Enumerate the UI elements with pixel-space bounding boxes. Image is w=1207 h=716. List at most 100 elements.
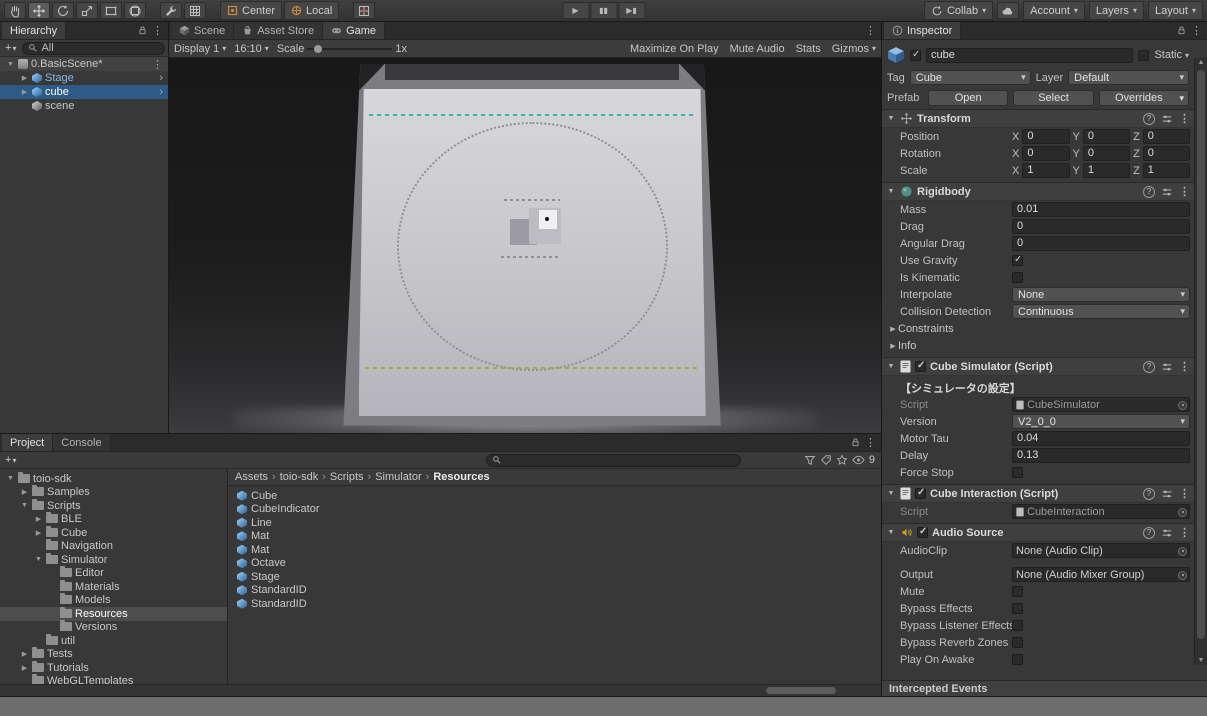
- tag-dropdown[interactable]: Cube: [910, 70, 1031, 85]
- static-checkbox[interactable]: [1138, 50, 1149, 61]
- scroll-up-icon[interactable]: ▲: [1195, 59, 1207, 66]
- foldout-icon[interactable]: ▼: [886, 188, 896, 195]
- rotation-local-button[interactable]: Local: [284, 1, 339, 20]
- output-object-field[interactable]: None (Audio Mixer Group): [1012, 567, 1190, 582]
- script-object-field[interactable]: CubeInteraction: [1012, 504, 1190, 519]
- project-tree-item[interactable]: Navigation: [0, 540, 227, 554]
- search-by-type-icon[interactable]: [804, 454, 816, 466]
- project-tree-item[interactable]: ▼ Scripts: [0, 499, 227, 513]
- help-icon[interactable]: ?: [1143, 488, 1155, 500]
- collision-detection-dropdown[interactable]: Continuous: [1012, 304, 1190, 319]
- foldout-icon[interactable]: ▼: [6, 61, 15, 68]
- project-tree-item[interactable]: Materials: [0, 580, 227, 594]
- presets-icon[interactable]: [1161, 527, 1173, 539]
- custom-tool-button[interactable]: [160, 2, 182, 19]
- create-asset-button[interactable]: + ▾: [3, 454, 18, 466]
- breadcrumb-item[interactable]: Resources ›: [433, 471, 489, 483]
- foldout-icon[interactable]: ▶: [20, 664, 29, 672]
- project-file-item[interactable]: CubeIndicator: [228, 503, 881, 517]
- cube-simulator-header[interactable]: ▼ Cube Simulator (Script) ? ⋮: [882, 357, 1194, 376]
- bypass-reverb-zones-checkbox[interactable]: [1012, 637, 1023, 648]
- foldout-icon[interactable]: ▶: [34, 515, 43, 523]
- scrollbar-thumb[interactable]: [766, 687, 836, 694]
- project-tree-item[interactable]: WebGLTemplates: [0, 675, 227, 685]
- mute-checkbox[interactable]: [1012, 586, 1023, 597]
- kebab-menu-icon[interactable]: ⋮: [865, 436, 876, 449]
- rigidbody-header[interactable]: ▼ Rigidbody ? ⋮: [882, 182, 1194, 201]
- tab-project[interactable]: Project: [2, 434, 53, 451]
- presets-icon[interactable]: [1161, 186, 1173, 198]
- script-object-field[interactable]: CubeSimulator: [1012, 397, 1190, 412]
- scrollbar-thumb[interactable]: [1197, 70, 1205, 639]
- foldout-icon[interactable]: ▶: [20, 88, 29, 96]
- cube-interaction-header[interactable]: ▼ Cube Interaction (Script) ? ⋮: [882, 484, 1194, 503]
- tab-asset-store[interactable]: Asset Store: [234, 22, 323, 39]
- foldout-icon[interactable]: ▶: [888, 342, 898, 350]
- lock-icon[interactable]: [1177, 25, 1186, 36]
- project-tree-item[interactable]: ▶ Samples: [0, 486, 227, 500]
- component-enabled-checkbox[interactable]: [915, 488, 926, 499]
- object-picker-icon[interactable]: [1178, 401, 1187, 410]
- kebab-menu-icon[interactable]: ⋮: [152, 24, 163, 37]
- collab-dropdown[interactable]: Collab ▾: [924, 1, 993, 20]
- component-enabled-checkbox[interactable]: [917, 527, 928, 538]
- pivot-center-button[interactable]: Center: [220, 1, 282, 20]
- foldout-icon[interactable]: ▼: [886, 115, 896, 122]
- foldout-icon[interactable]: ▼: [6, 475, 15, 482]
- project-tree-item[interactable]: Models: [0, 594, 227, 608]
- display-dropdown[interactable]: Display 1 ▾: [174, 43, 226, 55]
- help-icon[interactable]: ?: [1143, 113, 1155, 125]
- tab-game[interactable]: Game: [323, 22, 385, 39]
- project-tree-item[interactable]: Versions: [0, 621, 227, 635]
- static-dropdown[interactable]: Static ▾: [1154, 49, 1189, 61]
- mute-audio-toggle[interactable]: Mute Audio: [730, 43, 785, 55]
- row-action-icon[interactable]: ›: [159, 72, 168, 84]
- project-tree-item[interactable]: Resources: [0, 607, 227, 621]
- pause-button[interactable]: ▮▮: [590, 2, 617, 19]
- pan-tool-button[interactable]: [4, 2, 26, 19]
- bypass-effects-checkbox[interactable]: [1012, 603, 1023, 614]
- force-stop-checkbox[interactable]: [1012, 467, 1023, 478]
- maximize-on-play-toggle[interactable]: Maximize On Play: [630, 43, 719, 55]
- project-file-item[interactable]: Line: [228, 516, 881, 530]
- info-foldout[interactable]: ▶Info: [882, 337, 1194, 354]
- editor-tools-button[interactable]: [184, 2, 206, 19]
- scale-slider-thumb[interactable]: [314, 45, 322, 53]
- presets-icon[interactable]: [1161, 361, 1173, 373]
- object-picker-icon[interactable]: [1178, 508, 1187, 517]
- project-tree-item[interactable]: ▶ Tests: [0, 648, 227, 662]
- foldout-icon[interactable]: ▶: [34, 529, 43, 537]
- tab-inspector[interactable]: Inspector: [884, 22, 961, 39]
- audio-source-header[interactable]: ▼ Audio Source ? ⋮: [882, 523, 1194, 542]
- account-dropdown[interactable]: Account ▾: [1023, 1, 1085, 20]
- breadcrumb-item[interactable]: Simulator ›: [375, 471, 433, 483]
- transform-header[interactable]: ▼ Transform ? ⋮: [882, 109, 1194, 128]
- cloud-button[interactable]: [997, 2, 1019, 19]
- bypass-listener-effects-checkbox[interactable]: [1012, 620, 1023, 631]
- project-horizontal-scrollbar[interactable]: [0, 684, 881, 696]
- play-on-awake-checkbox[interactable]: [1012, 654, 1023, 665]
- tab-hierarchy[interactable]: Hierarchy: [2, 22, 66, 39]
- project-tree-item[interactable]: ▼ toio-sdk: [0, 472, 227, 486]
- help-icon[interactable]: ?: [1143, 186, 1155, 198]
- help-icon[interactable]: ?: [1143, 527, 1155, 539]
- version-dropdown[interactable]: V2_0_0: [1012, 414, 1190, 429]
- grid-snap-button[interactable]: [353, 2, 375, 19]
- project-file-item[interactable]: Mat: [228, 530, 881, 544]
- delay-field[interactable]: 0.13: [1012, 448, 1190, 463]
- row-action-icon[interactable]: ⋮: [152, 58, 168, 71]
- rotate-tool-button[interactable]: [52, 2, 74, 19]
- kebab-menu-icon[interactable]: ⋮: [1179, 360, 1190, 373]
- project-tree-item[interactable]: ▼ Simulator: [0, 553, 227, 567]
- kebab-menu-icon[interactable]: ⋮: [1179, 112, 1190, 125]
- transform-tool-button[interactable]: [124, 2, 146, 19]
- gameobject-name-field[interactable]: [926, 48, 1133, 63]
- game-viewport[interactable]: [169, 58, 881, 433]
- kebab-menu-icon[interactable]: ⋮: [865, 24, 876, 37]
- hidden-items-eye-icon[interactable]: [852, 455, 865, 465]
- position-x-field[interactable]: 0: [1022, 129, 1069, 144]
- use-gravity-checkbox[interactable]: [1012, 255, 1023, 266]
- layout-dropdown[interactable]: Layout ▾: [1148, 1, 1203, 20]
- project-tree-item[interactable]: ▶ BLE: [0, 513, 227, 527]
- rect-tool-button[interactable]: [100, 2, 122, 19]
